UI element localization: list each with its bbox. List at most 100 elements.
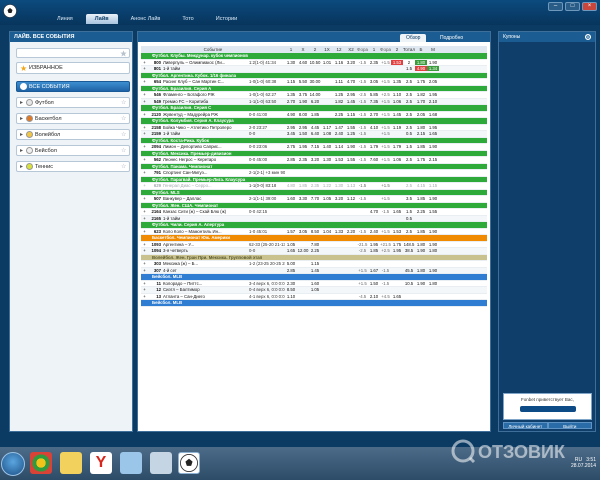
odds-cell[interactable]: -1.5 [357,99,368,104]
odds-cell[interactable]: 1.06 [391,157,403,162]
odds-cell[interactable]: 1.25 [333,92,345,97]
odds-cell[interactable]: +1.5 [380,60,391,65]
odds-cell[interactable]: 6.20 [309,99,321,104]
col-header[interactable]: Фора [380,47,391,52]
odds-cell[interactable]: 1.95 [427,125,439,130]
odds-cell[interactable]: 1.90 [297,99,309,104]
odds-cell[interactable]: +21.5 [380,242,391,247]
odds-cell[interactable]: 1.65 [391,294,403,299]
odds-cell[interactable]: 2.85 [285,157,297,162]
nav-tab-3[interactable]: Тото [173,14,202,24]
nav-tab-1[interactable]: Лайв [85,14,118,24]
odds-cell[interactable]: +1.5 [380,183,391,188]
odds-cell[interactable]: +1.5 [380,99,391,104]
windows-start-button[interactable] [1,452,25,476]
odds-cell[interactable]: 2.95 [345,92,357,97]
nav-tab-0[interactable]: Линия [48,14,82,24]
odds-cell[interactable]: 1.90 [427,144,439,149]
odds-cell[interactable]: +2.5 [380,248,391,253]
col-header[interactable]: 12 [333,47,345,52]
close-button[interactable]: × [582,2,597,11]
odds-cell[interactable]: 1.15 [309,261,321,266]
odds-cell[interactable]: 2.95 [285,125,297,130]
col-header[interactable]: Б [415,47,427,52]
odds-cell[interactable]: 1.50 [368,281,380,286]
odds-cell[interactable]: 1.45 [345,99,357,104]
odds-cell[interactable]: 1.19 [391,125,403,130]
odds-cell[interactable]: 2.40 [368,229,380,234]
odds-cell[interactable]: 1.45 [391,112,403,117]
odds-cell[interactable]: 1.15 [427,183,439,188]
odds-cell[interactable]: -1.5 [380,209,391,214]
odds-cell[interactable]: 10.5 [403,281,415,286]
odds-cell[interactable]: 1.85 [297,183,309,188]
odds-cell[interactable]: 0.5 [403,216,415,221]
odds-cell[interactable]: 2.5 [403,99,415,104]
expand-plus-icon[interactable]: + [141,209,148,214]
expand-plus-icon[interactable]: + [141,294,148,299]
odds-cell[interactable]: 2.5 [403,79,415,84]
odds-cell[interactable]: -2.5 [357,92,368,97]
expand-plus-icon[interactable]: + [141,60,148,65]
odds-cell[interactable]: 1.53 [333,157,345,162]
odds-cell[interactable]: 1.80 [415,59,427,65]
odds-cell[interactable]: 1.80 [427,248,439,253]
odds-cell[interactable]: 1.85 [309,112,321,117]
sport-item-2[interactable]: ▸ Футбол ☆ [16,97,130,108]
odds-cell[interactable]: +2.5 [380,92,391,97]
odds-cell[interactable]: 3.05 [297,229,309,234]
expand-plus-icon[interactable]: + [141,281,148,286]
odds-cell[interactable]: 1.10 [391,92,403,97]
odds-cell[interactable]: 1.30 [321,157,333,162]
odds-cell[interactable]: 3.30 [297,196,309,201]
odds-cell[interactable]: 1.34 [427,66,439,72]
odds-cell[interactable]: 1.85 [415,144,427,149]
odds-cell[interactable]: -1.5 [380,268,391,273]
odds-cell[interactable]: 2.35 [368,60,380,65]
nav-tab-2[interactable]: Анонс Лайв [122,14,170,24]
odds-cell[interactable]: 4.15 [415,183,427,188]
odds-cell[interactable]: 0.5 [403,131,415,136]
odds-cell[interactable]: 4.90 [415,66,427,72]
expand-plus-icon[interactable]: + [141,112,148,117]
maximize-button[interactable]: □ [565,2,580,11]
league-header[interactable]: Бейсбол. MLB [141,300,487,307]
odds-cell[interactable]: 2 [403,60,415,65]
yandex-browser-icon[interactable]: Y [90,452,112,474]
odds-cell[interactable]: 3.5 [403,196,415,201]
expand-plus-icon[interactable]: + [141,268,148,273]
odds-cell[interactable]: 2.25 [309,248,321,253]
odds-cell[interactable]: 1.57 [285,229,297,234]
col-header[interactable]: X [297,47,309,52]
odds-cell[interactable]: 2.5 [403,112,415,117]
odds-cell[interactable]: 1.85 [415,196,427,201]
odds-cell[interactable]: 1.67 [368,268,380,273]
col-header[interactable]: Фора [357,47,368,52]
odds-cell[interactable]: 10.50 [309,60,321,65]
odds-cell[interactable]: 2.25 [415,209,427,214]
odds-cell[interactable]: 7.80 [309,242,321,247]
tab-overview[interactable]: Обзор [400,34,427,42]
odds-cell[interactable]: +1.5 [380,79,391,84]
odds-cell[interactable]: 1.13 [345,183,357,188]
expand-plus-icon[interactable]: + [141,157,148,162]
sport-item-0[interactable]: ★ ИЗБРАННОЕ [16,62,130,74]
odds-cell[interactable]: 1.05 [309,287,321,292]
odds-cell[interactable]: 1.90 [427,60,439,65]
nav-tab-4[interactable]: Истории [207,14,246,24]
odds-cell[interactable]: 1.10 [285,294,297,299]
odds-cell[interactable]: 1.90 [427,242,439,247]
odds-cell[interactable]: 1.47 [333,125,345,130]
expand-plus-icon[interactable]: + [141,216,148,221]
explorer-folder-icon[interactable] [60,452,82,474]
odds-cell[interactable]: 1.22 [321,183,333,188]
odds-cell[interactable]: 2.5 [403,157,415,162]
favorite-star-icon[interactable]: ☆ [121,163,129,170]
expand-plus-icon[interactable]: + [141,183,148,188]
settings-gear-icon[interactable] [584,33,592,41]
odds-cell[interactable]: 1.85 [368,248,380,253]
minimize-button[interactable]: – [548,2,563,11]
odds-cell[interactable]: 1.5 [403,209,415,214]
odds-cell[interactable]: 7.70 [309,196,321,201]
expand-plus-icon[interactable]: + [141,79,148,84]
